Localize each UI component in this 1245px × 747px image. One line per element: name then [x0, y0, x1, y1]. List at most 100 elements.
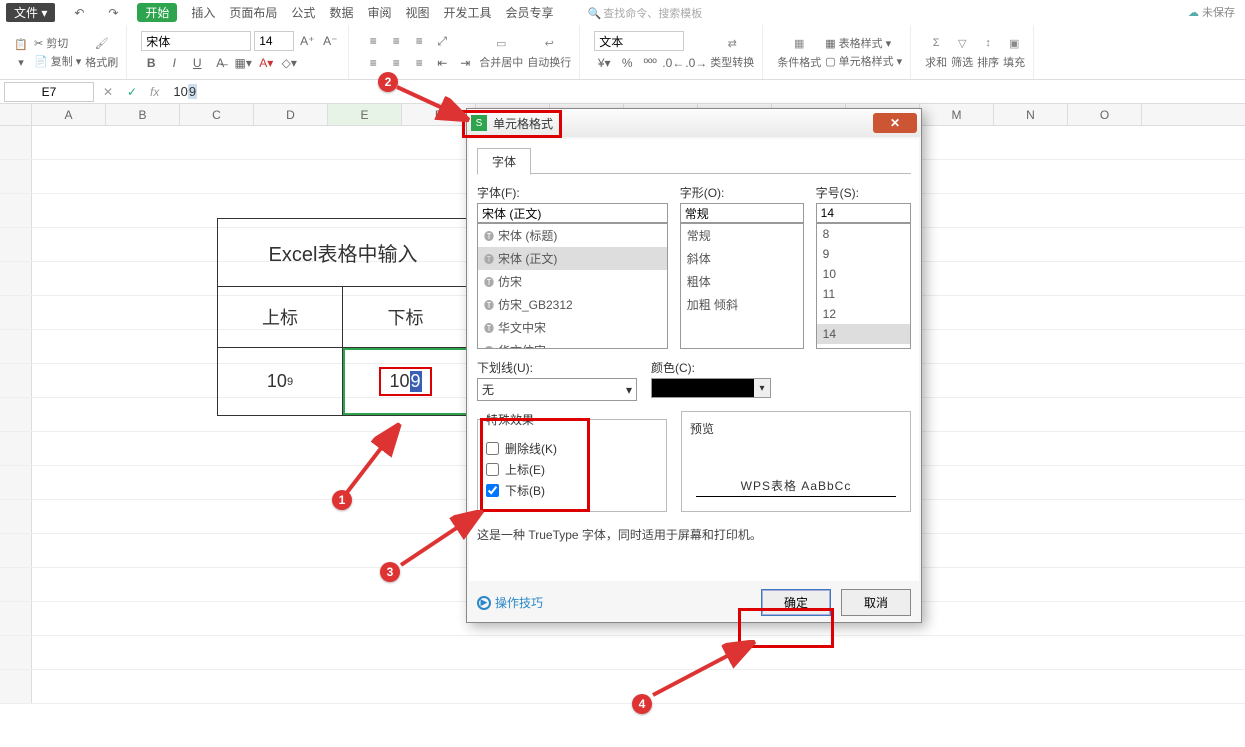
table-title-cell[interactable]: Excel表格中输入 — [218, 219, 468, 287]
font-li-0[interactable]: 🅣宋体 (标题) — [478, 224, 667, 247]
border-button[interactable]: ▦▾ — [233, 53, 253, 73]
col-O[interactable]: O — [1068, 104, 1142, 125]
style-li-0[interactable]: 常规 — [681, 224, 803, 247]
cancel-button[interactable]: 取消 — [841, 589, 911, 616]
size-li-1[interactable]: 9 — [817, 244, 910, 264]
col-B[interactable]: B — [106, 104, 180, 125]
name-box[interactable] — [4, 82, 94, 102]
style-li-2[interactable]: 粗体 — [681, 270, 803, 293]
menu-icon-fwd[interactable]: ↷ — [103, 3, 123, 23]
cell-style-button[interactable]: ▢单元格样式▾ — [825, 53, 902, 69]
superscript-checkbox[interactable]: 上标(E) — [486, 461, 658, 478]
file-menu[interactable]: 文件 ▾ — [6, 3, 55, 22]
format-painter[interactable]: 🖌格式刷 — [85, 34, 118, 70]
table-style-button[interactable]: ▦表格样式▾ — [825, 35, 902, 51]
sort-button[interactable]: ↕排序 — [977, 34, 999, 70]
cond-format-button[interactable]: ▦条件格式 — [777, 34, 821, 70]
size-li-2[interactable]: 10 — [817, 264, 910, 284]
orient-icon[interactable]: ⤢ — [432, 31, 452, 51]
col-D[interactable]: D — [254, 104, 328, 125]
font-li-3[interactable]: 🅣仿宋_GB2312 — [478, 293, 667, 316]
italic-button[interactable]: I — [164, 53, 184, 73]
close-button[interactable]: ✕ — [873, 113, 917, 133]
size-li-4[interactable]: 12 — [817, 304, 910, 324]
fill-color-button[interactable]: ◇▾ — [279, 53, 299, 73]
style-li-1[interactable]: 斜体 — [681, 247, 803, 270]
wrap-button[interactable]: ↩自动换行 — [527, 34, 571, 70]
dec-inc-icon[interactable]: .0← — [663, 53, 683, 73]
tab-dev[interactable]: 开发工具 — [443, 4, 491, 21]
tab-start[interactable]: 开始 — [137, 3, 177, 22]
tab-view[interactable]: 视图 — [405, 4, 429, 21]
font-size-input[interactable] — [816, 203, 911, 223]
font-style-input[interactable] — [680, 203, 804, 223]
align-bot-icon[interactable]: ≡ — [409, 31, 429, 51]
inc-font-icon[interactable]: A⁺ — [297, 31, 317, 51]
size-li-0[interactable]: 8 — [817, 224, 910, 244]
filter-button[interactable]: ▽筛选 — [951, 34, 973, 70]
indent-inc-icon[interactable]: ⇥ — [455, 53, 475, 73]
confirm-edit-icon[interactable]: ✓ — [122, 82, 142, 102]
font-listbox[interactable]: 🅣宋体 (标题) 🅣宋体 (正文) 🅣仿宋 🅣仿宋_GB2312 🅣华文中宋 🅣… — [477, 223, 668, 349]
header-sub-cell[interactable]: 下标 — [343, 287, 468, 347]
tab-review[interactable]: 审阅 — [367, 4, 391, 21]
dec-font-icon[interactable]: A⁻ — [320, 31, 340, 51]
tab-member[interactable]: 会员专享 — [506, 4, 554, 21]
size-li-5[interactable]: 14 — [817, 324, 910, 344]
ok-button[interactable]: 确定 — [761, 589, 831, 616]
type-convert-button[interactable]: ⇄类型转换 — [710, 34, 754, 70]
underline-button[interactable]: U — [187, 53, 207, 73]
header-sup-cell[interactable]: 上标 — [218, 287, 343, 347]
dec-dec-icon[interactable]: .0→ — [686, 53, 706, 73]
tab-layout[interactable]: 页面布局 — [229, 4, 277, 21]
font-li-4[interactable]: 🅣华文中宋 — [478, 316, 667, 339]
font-li-2[interactable]: 🅣仿宋 — [478, 270, 667, 293]
align-center-icon[interactable]: ≡ — [386, 53, 406, 73]
font-li-1[interactable]: 🅣宋体 (正文) — [478, 247, 667, 270]
style-listbox[interactable]: 常规 斜体 粗体 加粗 倾斜 — [680, 223, 804, 349]
fx-icon[interactable]: fx — [150, 85, 159, 99]
tips-link[interactable]: ▶操作技巧 — [477, 594, 543, 611]
num-format-select[interactable] — [594, 31, 684, 51]
currency-icon[interactable]: ¥▾ — [594, 53, 614, 73]
dialog-tab-font[interactable]: 字体 — [477, 148, 531, 175]
indent-dec-icon[interactable]: ⇤ — [432, 53, 452, 73]
formula-input[interactable]: 109 — [167, 84, 1241, 99]
font-name-select[interactable] — [141, 31, 251, 51]
size-li-3[interactable]: 11 — [817, 284, 910, 304]
font-li-5[interactable]: 🅣华文仿宋 — [478, 339, 667, 349]
col-M[interactable]: M — [920, 104, 994, 125]
col-A[interactable]: A — [32, 104, 106, 125]
cancel-edit-icon[interactable]: ✕ — [98, 82, 118, 102]
align-left-icon[interactable]: ≡ — [363, 53, 383, 73]
col-C[interactable]: C — [180, 104, 254, 125]
tab-data[interactable]: 数据 — [329, 4, 353, 21]
underline-dropdown[interactable]: 无▾ — [477, 378, 637, 401]
sup-value-cell[interactable]: 109 — [218, 348, 343, 415]
font-name-input[interactable] — [477, 203, 668, 223]
tab-formula[interactable]: 公式 — [291, 4, 315, 21]
strike-button[interactable]: A̶ — [210, 53, 230, 73]
dialog-titlebar[interactable]: S 单元格格式 ✕ — [467, 109, 921, 137]
comma-icon[interactable]: ººº — [640, 53, 660, 73]
font-color-button[interactable]: A▾ — [256, 53, 276, 73]
paste-button[interactable]: 📋▾ — [12, 36, 30, 69]
cut-button[interactable]: ✂剪切 — [34, 35, 81, 51]
search-box[interactable]: 🔍查找命令、搜索模板 — [588, 5, 703, 21]
subscript-checkbox[interactable]: 下标(B) — [486, 482, 658, 499]
select-all-corner[interactable] — [0, 104, 32, 125]
edit-cell[interactable]: 109 — [343, 348, 468, 415]
align-mid-icon[interactable]: ≡ — [386, 31, 406, 51]
copy-button[interactable]: 📄复制 ▾ — [34, 53, 81, 69]
fill-button[interactable]: ▣填充 — [1003, 34, 1025, 70]
percent-icon[interactable]: % — [617, 53, 637, 73]
align-right-icon[interactable]: ≡ — [409, 53, 429, 73]
size-listbox[interactable]: 8 9 10 11 12 14 — [816, 223, 911, 349]
align-top-icon[interactable]: ≡ — [363, 31, 383, 51]
sum-button[interactable]: Σ求和 — [925, 34, 947, 70]
font-size-select[interactable] — [254, 31, 294, 51]
col-E[interactable]: E — [328, 104, 402, 125]
col-N[interactable]: N — [994, 104, 1068, 125]
menu-icon-back[interactable]: ↶ — [69, 3, 89, 23]
merge-button[interactable]: ▭合并居中 — [479, 34, 523, 70]
